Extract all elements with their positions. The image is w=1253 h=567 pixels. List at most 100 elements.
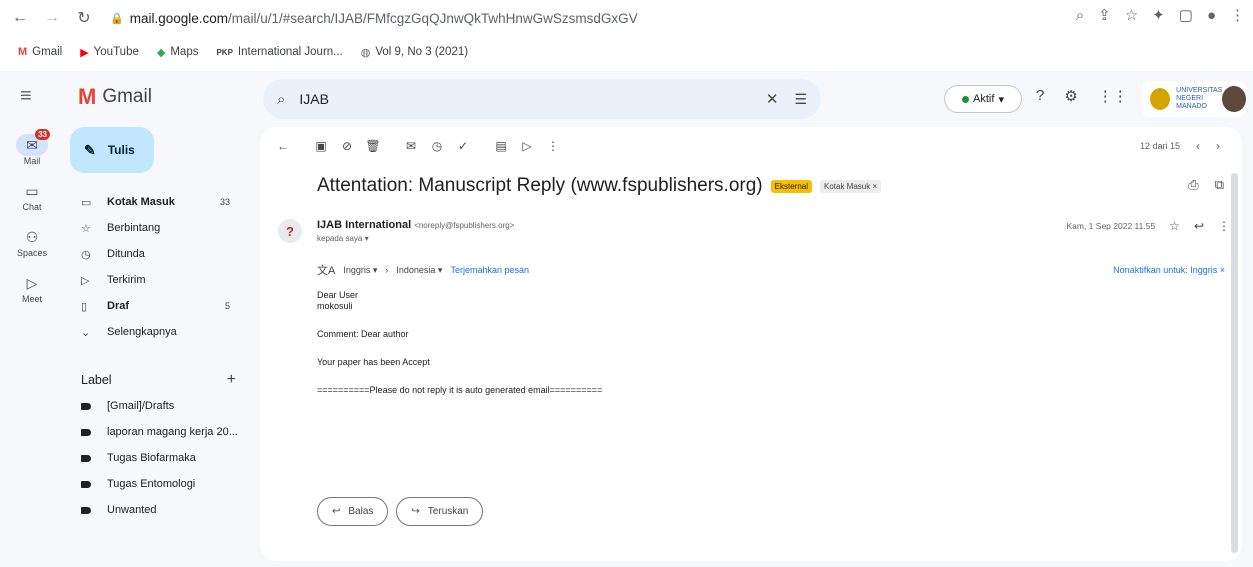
clear-search-icon[interactable]: ✕ (766, 90, 779, 108)
forward-icon[interactable]: → (40, 6, 64, 30)
settings-icon[interactable]: ⚙ (1064, 87, 1077, 105)
recipient-dropdown[interactable]: kepada saya ▾ (317, 234, 369, 243)
url-host: mail.google.com (129, 10, 228, 26)
back-icon[interactable]: ← (8, 6, 32, 30)
sender-email: <noreply@fspublishers.org> (414, 221, 515, 230)
older-icon[interactable]: › (1216, 139, 1220, 153)
open-new-window-icon[interactable]: ⧉ (1215, 177, 1224, 193)
add-task-icon[interactable]: ✓ (450, 139, 476, 153)
address-bar[interactable]: 🔒 mail.google.com /mail/u/1/#search/IJAB… (110, 4, 1020, 32)
sender-name[interactable]: IJAB International (317, 219, 411, 231)
avatar[interactable] (1222, 86, 1246, 112)
label-item[interactable]: Tugas Entomologi (64, 471, 260, 497)
sender-info: IJAB International <noreply@fspublishers… (317, 219, 514, 231)
search-bar[interactable]: ⌕ IJAB ✕ ☰ (263, 79, 821, 119)
header-actions: ? ⚙ ⋮⋮ (1036, 87, 1128, 105)
delete-icon[interactable]: 🗑 (360, 139, 386, 153)
sender-avatar[interactable]: ? (278, 219, 302, 243)
search-icon[interactable]: ⌕ (277, 91, 285, 108)
menu-icon[interactable]: ⋮ (1230, 6, 1245, 24)
disable-translate-link[interactable]: Nonaktifkan untuk: Inggris × (1113, 265, 1225, 275)
print-icon[interactable]: ⎙ (1188, 177, 1198, 193)
compose-button[interactable]: ✎ Tulis (70, 127, 154, 173)
snooze-icon[interactable]: ◷ (424, 139, 450, 153)
scrollbar[interactable] (1231, 173, 1238, 553)
extensions-icon[interactable]: ✦ (1152, 6, 1165, 24)
sidebar: ✎ Tulis ▭ Kotak Masuk 33 ☆ Berbintang ◷ Ditu… (64, 127, 260, 523)
label-tag-icon (81, 454, 91, 462)
clock-icon: ◷ (81, 248, 91, 261)
mail-icon: ✉ 33 (16, 129, 50, 156)
gmail-icon: M (18, 46, 28, 58)
reply-icon[interactable]: ↩ (1194, 219, 1204, 233)
bookmark-volume[interactable]: ◍ Vol 9, No 3 (2021) (361, 46, 468, 59)
sidebar-item-drafts[interactable]: ▯ Draf 5 (64, 293, 260, 319)
account-org-badge[interactable]: UNIVERSITAS NEGERI MANADO (1142, 81, 1246, 117)
report-spam-icon[interactable]: ⊘ (334, 139, 360, 153)
sidebar-item-more[interactable]: ⌄ Selengkapnya (64, 319, 260, 345)
search-input[interactable]: IJAB (299, 91, 765, 107)
move-to-icon[interactable]: ▤ (488, 139, 514, 153)
profile-icon[interactable]: ● (1207, 7, 1216, 24)
bookmark-gmail[interactable]: M Gmail (18, 46, 62, 58)
target-language-select[interactable]: Indonesia ▾ (396, 265, 442, 276)
folder-list: ▭ Kotak Masuk 33 ☆ Berbintang ◷ Ditunda ▷ Ter… (64, 189, 260, 345)
sidebar-item-inbox[interactable]: ▭ Kotak Masuk 33 (64, 189, 260, 215)
body-comment: Comment: Dear author (317, 329, 409, 339)
bookmark-journal[interactable]: PKP International Journ... (216, 46, 342, 58)
label-item[interactable]: laporan magang kerja 20... (64, 419, 260, 445)
lock-icon: 🔒 (110, 12, 124, 25)
inbox-label-chip[interactable]: Kotak Masuk × (820, 179, 882, 193)
app-rail: ✉ 33 Mail ▭ Chat ⚇ Spaces ▷ Meet (0, 127, 64, 311)
sidebar-item-starred[interactable]: ☆ Berbintang (64, 215, 260, 241)
body-name: mokosuli (317, 301, 353, 311)
search-options-icon[interactable]: ☰ (794, 91, 807, 108)
translate-bar: 文A Inggris ▾ › Indonesia ▾ Terjemahkan p… (317, 261, 1225, 279)
email-toolbar: ← ▣ ⊘ 🗑 ✉ ◷ ✓ ▤ ▷ ⋮ (260, 127, 1242, 165)
body-status: Your paper has been Accept (317, 357, 430, 367)
main-menu-icon[interactable]: ≡ (20, 85, 32, 108)
label-icon[interactable]: ▷ (514, 139, 540, 153)
rail-chat[interactable]: ▭ Chat (0, 173, 64, 219)
status-dropdown[interactable]: Aktif ▾ (944, 85, 1022, 113)
browser-chrome: ← → ↻ 🔒 mail.google.com /mail/u/1/#searc… (0, 0, 1253, 71)
rail-spaces[interactable]: ⚇ Spaces (0, 219, 64, 265)
translate-link[interactable]: Terjemahkan pesan (450, 265, 529, 275)
forward-button[interactable]: ↪ Teruskan (396, 497, 484, 526)
label-item[interactable]: Tugas Biofarmaka (64, 445, 260, 471)
chevron-down-icon: ⌄ (81, 326, 91, 339)
gmail-logo[interactable]: M Gmail (78, 84, 152, 110)
more-actions-icon[interactable]: ⋮ (540, 139, 566, 153)
bookmark-maps[interactable]: ◆ Maps (157, 46, 199, 59)
rail-meet[interactable]: ▷ Meet (0, 265, 64, 311)
external-badge: Eksternal (770, 179, 812, 193)
gmail-header: ≡ M Gmail ⌕ IJAB ✕ ☰ Aktif ▾ ? ⚙ ⋮⋮ UNIV… (0, 71, 1253, 127)
newer-icon[interactable]: ‹ (1196, 139, 1200, 153)
reply-actions: ↩ Balas ↪ Teruskan (317, 497, 484, 526)
more-options-icon[interactable]: ⋮ (1218, 219, 1230, 233)
reload-icon[interactable]: ↻ (72, 6, 96, 30)
sidepanel-icon[interactable]: ▢ (1179, 6, 1193, 24)
source-language-select[interactable]: Inggris ▾ (343, 265, 377, 276)
label-item[interactable]: [Gmail]/Drafts (64, 393, 260, 419)
draft-icon: ▯ (81, 300, 88, 313)
zoom-icon[interactable]: ⌕ (1076, 7, 1084, 24)
archive-icon[interactable]: ▣ (308, 139, 334, 153)
org-name: UNIVERSITAS NEGERI MANADO (1176, 87, 1223, 110)
bookmark-star-icon[interactable]: ☆ (1125, 6, 1138, 24)
add-label-icon[interactable]: + (227, 371, 236, 389)
share-icon[interactable]: ⇪ (1098, 6, 1111, 24)
sidebar-item-snoozed[interactable]: ◷ Ditunda (64, 241, 260, 267)
pager-text: 12 dari 15 (1139, 141, 1180, 151)
sidebar-item-sent[interactable]: ▷ Terkirim (64, 267, 260, 293)
back-to-list-icon[interactable]: ← (270, 139, 296, 153)
url-path: /mail/u/1/#search/IJAB/FMfcgzGqQJnwQkTwh… (228, 10, 638, 26)
rail-mail[interactable]: ✉ 33 Mail (0, 127, 64, 173)
bookmark-youtube[interactable]: ▶ YouTube (80, 46, 139, 59)
label-item[interactable]: Unwanted (64, 497, 260, 523)
help-icon[interactable]: ? (1036, 87, 1044, 105)
mark-unread-icon[interactable]: ✉ (398, 139, 424, 153)
reply-button[interactable]: ↩ Balas (317, 497, 389, 526)
apps-grid-icon[interactable]: ⋮⋮ (1098, 87, 1128, 105)
star-icon[interactable]: ☆ (1169, 219, 1180, 233)
